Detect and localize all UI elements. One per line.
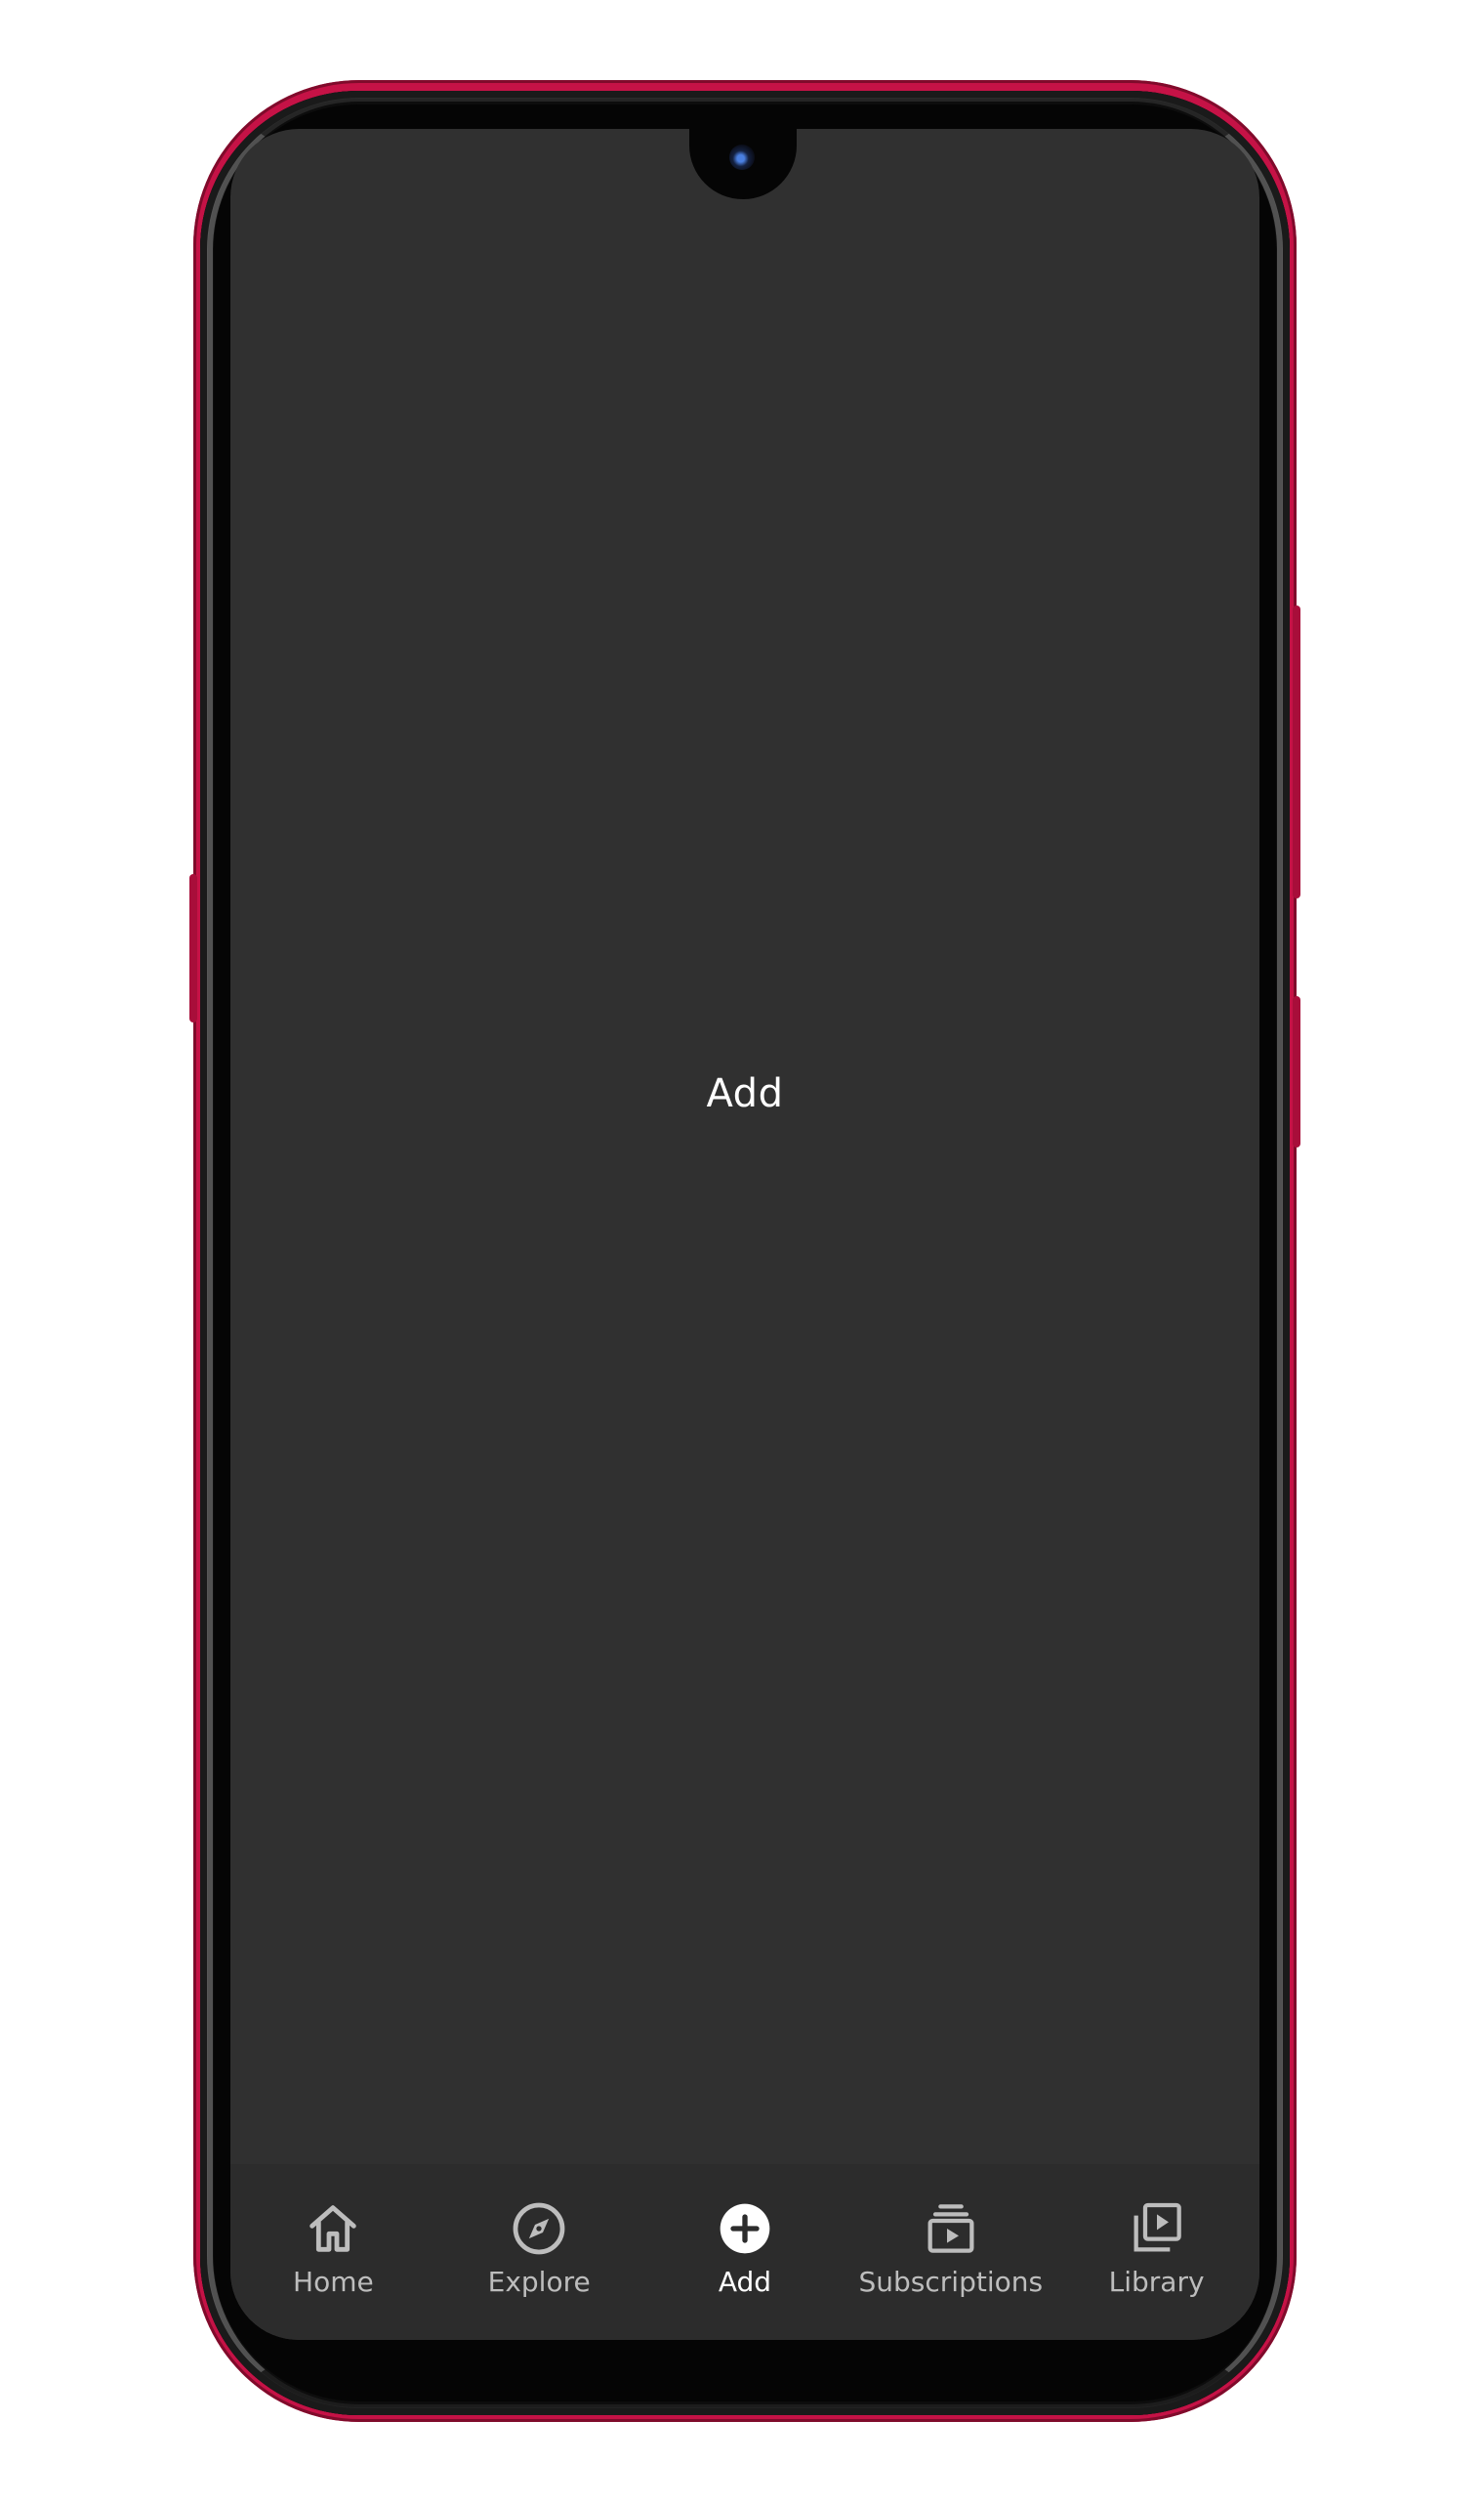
compass-icon bbox=[513, 2202, 565, 2255]
side-button-upper bbox=[1293, 605, 1300, 898]
library-icon bbox=[1134, 2202, 1181, 2252]
power-button bbox=[1293, 996, 1300, 1148]
nav-item-subscriptions[interactable]: Subscriptions bbox=[848, 2197, 1053, 2298]
app-screen: Add Home Explore Add Subscriptions Libra… bbox=[230, 129, 1259, 2340]
nav-item-add[interactable]: Add bbox=[642, 2197, 847, 2298]
nav-label-library: Library bbox=[1108, 2266, 1205, 2298]
subscriptions-icon bbox=[928, 2204, 974, 2253]
page-title: Add bbox=[706, 1071, 784, 1116]
nav-label-home: Home bbox=[293, 2266, 374, 2298]
nav-label-add: Add bbox=[718, 2266, 772, 2298]
nav-label-subscriptions: Subscriptions bbox=[858, 2266, 1044, 2298]
front-camera-icon bbox=[729, 145, 755, 170]
nav-item-explore[interactable]: Explore bbox=[436, 2197, 641, 2298]
volume-button bbox=[189, 874, 197, 1022]
home-icon bbox=[309, 2205, 357, 2252]
notch bbox=[689, 129, 797, 199]
nav-item-home[interactable]: Home bbox=[230, 2197, 435, 2298]
nav-label-explore: Explore bbox=[487, 2266, 591, 2298]
nav-item-library[interactable]: Library bbox=[1054, 2197, 1259, 2298]
bottom-navigation: Home Explore Add Subscriptions Library bbox=[230, 2164, 1259, 2340]
add-circle-icon bbox=[720, 2203, 770, 2254]
